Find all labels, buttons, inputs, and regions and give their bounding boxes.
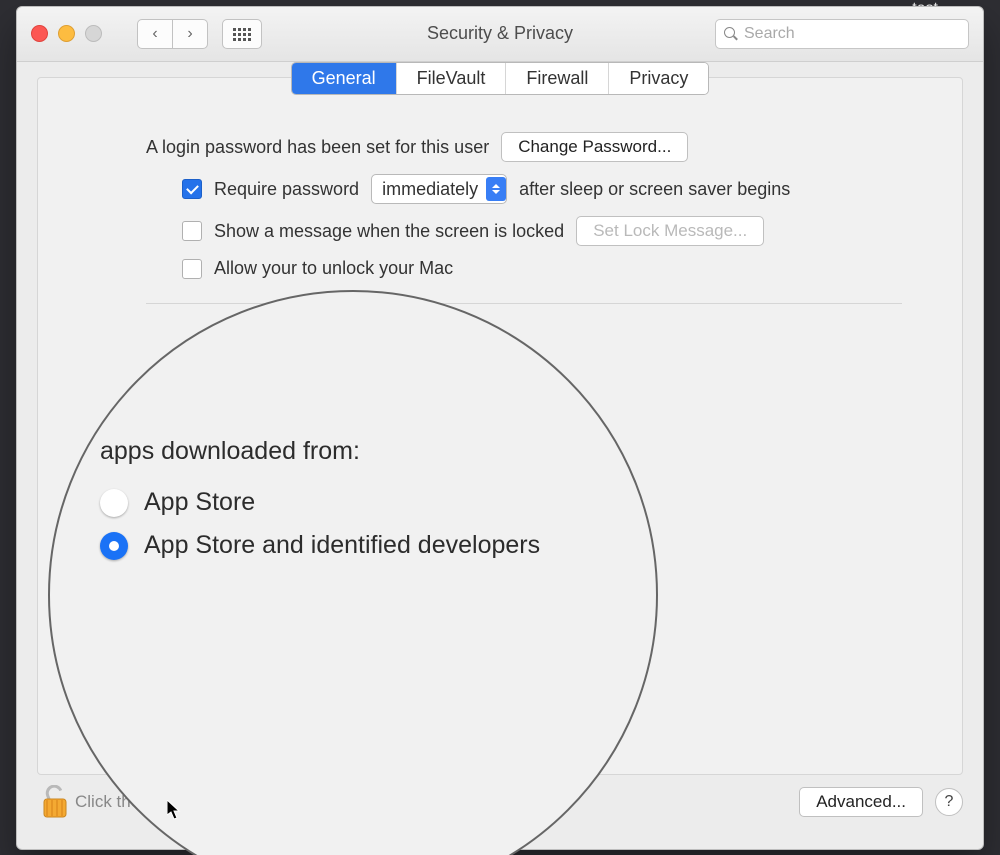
allow-unlock-checkbox[interactable] — [182, 259, 202, 279]
show-message-checkbox[interactable] — [182, 221, 202, 241]
help-button[interactable]: ? — [935, 788, 963, 816]
show-message-label: Show a message when the screen is locked — [214, 221, 564, 242]
tab-privacy[interactable]: Privacy — [609, 63, 708, 94]
stepper-icon — [486, 177, 506, 201]
set-lock-message-button: Set Lock Message... — [576, 216, 764, 246]
require-password-checkbox[interactable] — [182, 179, 202, 199]
tab-firewall[interactable]: Firewall — [506, 63, 609, 94]
allow-apps-heading: apps downloaded from: — [100, 437, 540, 466]
search-icon — [724, 27, 738, 41]
require-password-delay-select[interactable]: immediately — [371, 174, 507, 204]
search-input[interactable]: Search — [715, 19, 969, 49]
radio-app-store-label: App Store — [144, 488, 255, 517]
login-password-label: A login password has been set for this u… — [146, 137, 489, 158]
titlebar: ‹ › Security & Privacy Search — [17, 7, 983, 62]
radio-app-store-and-developers[interactable] — [100, 532, 128, 560]
allow-unlock-label: Allow your to unlock your Mac — [214, 258, 453, 279]
lock-button[interactable] — [37, 783, 75, 821]
radio-app-store-and-developers-label: App Store and identified developers — [144, 531, 540, 560]
require-password-delay-value: immediately — [382, 179, 478, 200]
lock-open-icon — [41, 785, 71, 819]
cursor-icon — [167, 800, 183, 825]
radio-app-store[interactable] — [100, 489, 128, 517]
tab-filevault[interactable]: FileVault — [397, 63, 507, 94]
require-password-label: Require password — [214, 179, 359, 200]
tab-bar: General FileVault Firewall Privacy — [38, 62, 962, 95]
require-password-suffix: after sleep or screen saver begins — [519, 179, 790, 200]
advanced-button[interactable]: Advanced... — [799, 787, 923, 817]
tab-general[interactable]: General — [292, 63, 397, 94]
change-password-button[interactable]: Change Password... — [501, 132, 688, 162]
search-placeholder: Search — [744, 25, 795, 43]
